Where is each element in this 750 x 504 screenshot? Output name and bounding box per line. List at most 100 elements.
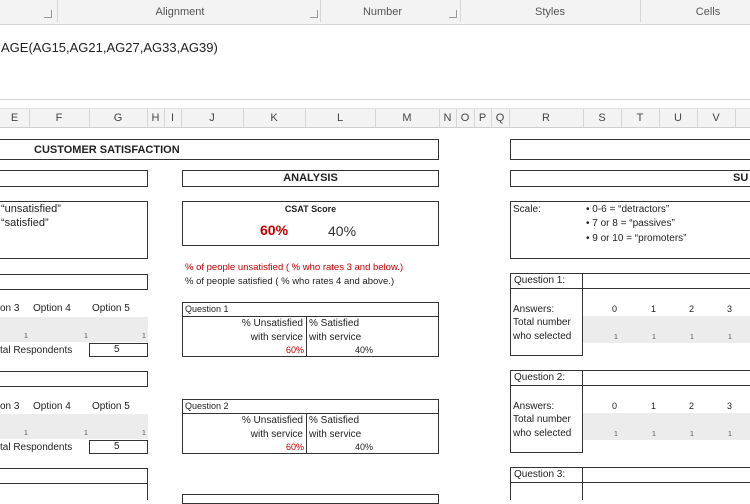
right-question3-label: Question 3:: [514, 469, 566, 480]
group-separator: [640, 0, 641, 22]
analysis-question1-table: Question 1 % Unsatisfied with service % …: [182, 302, 439, 357]
who-selected-label: who selected: [513, 428, 572, 439]
option-4-label: Option 4: [33, 401, 71, 412]
answer-value: 1: [651, 304, 657, 314]
question2-satisfied-value: 40%: [354, 442, 373, 452]
selected-shaded-row: [583, 316, 750, 343]
option-3-label: on 3: [0, 303, 20, 314]
column-header-q[interactable]: Q: [491, 109, 510, 127]
column-header-n[interactable]: N: [439, 109, 457, 127]
group-cells-label: Cells: [695, 6, 721, 18]
answers-label: Answers:: [513, 304, 555, 315]
column-header-v[interactable]: V: [697, 109, 736, 127]
unsatisfied-header: % Unsatisfied: [241, 318, 303, 329]
group-separator: [57, 0, 58, 22]
scale-item: • 0-6 = “detractors”: [586, 204, 670, 215]
divider: [582, 468, 583, 482]
count-value: 1: [24, 430, 28, 437]
unsatisfied-subheader: with service: [250, 332, 303, 343]
column-header-u[interactable]: U: [659, 109, 698, 127]
divider: [183, 316, 438, 317]
right-border: [582, 483, 583, 500]
satisfied-subheader: with service: [309, 429, 362, 440]
right-border: [510, 289, 511, 355]
formula-bar[interactable]: AGE(AG15,AG21,AG27,AG33,AG39): [0, 25, 750, 100]
left-question3-header: [0, 468, 148, 484]
group-styles-label: Styles: [535, 6, 565, 18]
column-header-e[interactable]: E: [0, 109, 30, 127]
selected-count: 1: [690, 431, 694, 438]
customer-satisfaction-title-box: CUSTOMER SATISFACTION: [0, 139, 439, 160]
selected-count: 1: [614, 431, 618, 438]
right-summary-title-box: SU: [510, 170, 750, 187]
legend-box: “unsatisfied” “satisfied”: [0, 201, 148, 259]
count-value: 1: [84, 430, 88, 437]
csat-score-label: CSAT Score: [284, 204, 337, 214]
answer-value: 3: [727, 304, 733, 314]
column-header-r[interactable]: R: [509, 109, 584, 127]
column-header-p[interactable]: P: [474, 109, 492, 127]
column-header-j[interactable]: J: [181, 109, 244, 127]
column-header-g[interactable]: G: [89, 109, 148, 127]
total-respondents-value: 5: [114, 441, 120, 452]
column-header-l[interactable]: L: [305, 109, 376, 127]
number-launcher-icon[interactable]: [449, 10, 457, 18]
selected-count: 1: [728, 334, 732, 341]
divider: [183, 413, 438, 414]
option-3-label: on 3: [0, 401, 20, 412]
column-header-i[interactable]: I: [164, 109, 182, 127]
count-value: 1: [142, 430, 146, 437]
formula-text[interactable]: AGE(AG15,AG21,AG27,AG33,AG39): [1, 40, 218, 55]
question1-label: Question 1: [185, 304, 229, 314]
total-respondents-label: tal Respondents: [0, 345, 73, 356]
alignment-launcher-icon[interactable]: [310, 10, 318, 18]
customer-satisfaction-title: CUSTOMER SATISFACTION: [34, 144, 180, 156]
column-header-w[interactable]: [735, 109, 750, 127]
scale-box: Scale: • 0-6 = “detractors” • 7 or 8 = “…: [510, 201, 750, 259]
column-header-t[interactable]: T: [621, 109, 660, 127]
total-number-label: Total number: [513, 317, 571, 328]
column-header-f[interactable]: F: [29, 109, 90, 127]
right-border: [510, 355, 583, 356]
scale-item-text: 7 or 8 = “passives”: [592, 218, 675, 229]
answer-value: 0: [612, 401, 618, 411]
dialog-launcher-icon[interactable]: [44, 10, 52, 18]
total-respondents-box: 5: [89, 440, 148, 454]
ribbon: Alignment Number Styles Cells: [0, 0, 750, 25]
right-border: [510, 452, 583, 453]
left-question1-header: [0, 274, 148, 290]
column-header-row: E F G H I J K L M N O P Q R S T U V: [0, 108, 750, 128]
right-question2-label: Question 2:: [514, 372, 566, 383]
total-number-label: Total number: [513, 414, 571, 425]
selected-count: 1: [652, 431, 656, 438]
column-header-m[interactable]: M: [375, 109, 440, 127]
left-border: [147, 484, 148, 500]
analysis-title-box: ANALYSIS: [182, 170, 439, 187]
divider: [582, 371, 583, 385]
divider: [306, 316, 307, 356]
divider: [582, 274, 583, 288]
note-satisfied: % of people satisfied ( % who rates 4 an…: [185, 276, 395, 287]
analysis-question3-table: [182, 494, 439, 504]
column-header-h[interactable]: H: [147, 109, 165, 127]
right-border: [510, 483, 511, 500]
selected-count: 1: [614, 334, 618, 341]
total-respondents-label: tal Respondents: [0, 442, 73, 453]
analysis-title: ANALYSIS: [283, 172, 338, 184]
count-value: 1: [24, 333, 28, 340]
right-question1-header: Question 1:: [510, 273, 750, 289]
column-header-s[interactable]: S: [583, 109, 622, 127]
column-header-k[interactable]: K: [243, 109, 306, 127]
satisfied-header: % Satisfied: [309, 318, 360, 329]
answer-value: 2: [689, 304, 695, 314]
question1-unsatisfied-value: 60%: [285, 345, 304, 355]
satisfied-subheader: with service: [309, 332, 362, 343]
scale-label: Scale:: [513, 204, 541, 215]
question2-label: Question 2: [185, 401, 229, 411]
who-selected-label: who selected: [513, 331, 572, 342]
scale-item-text: 0-6 = “detractors”: [592, 204, 670, 215]
question1-satisfied-value: 40%: [354, 345, 373, 355]
note-unsatisfied: % of people unsatisfied ( % who rates 3 …: [185, 262, 404, 273]
column-header-o[interactable]: O: [456, 109, 475, 127]
count-value: 1: [84, 333, 88, 340]
